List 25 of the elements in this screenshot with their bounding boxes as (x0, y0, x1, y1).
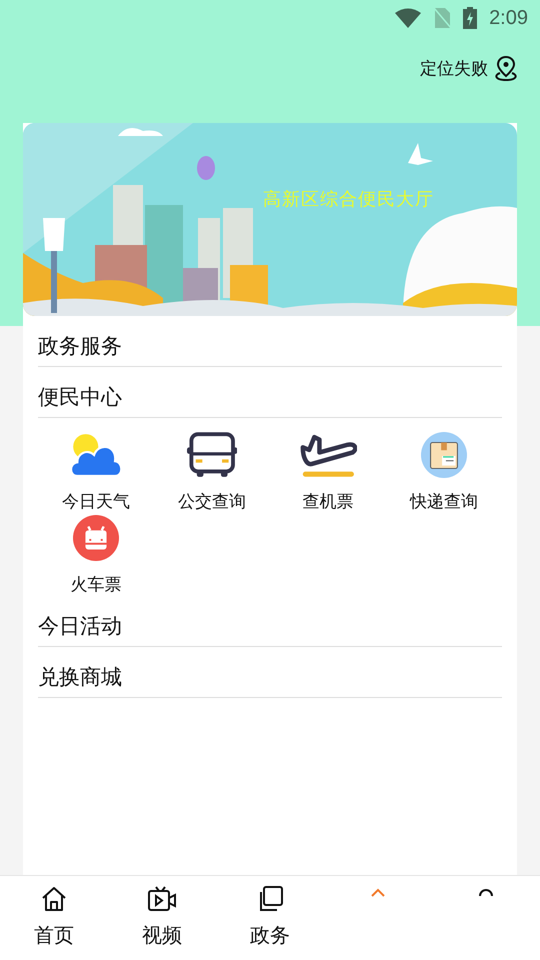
service-label[interactable]: 今日天气 (62, 490, 130, 513)
location-button[interactable]: 定位失败 (420, 56, 488, 80)
banner-title: 高新区综合便民大厅 (263, 188, 434, 211)
airplane-icon[interactable] (298, 432, 358, 478)
no-sim-icon (433, 7, 452, 29)
video-icon[interactable] (148, 886, 176, 912)
nav-label[interactable]: 视频 (142, 922, 182, 949)
nav-label[interactable]: 政务 (250, 922, 290, 949)
service-label[interactable]: 公交查询 (178, 490, 246, 513)
section-title: 兑换商城 (38, 647, 502, 698)
train-icon[interactable] (73, 515, 119, 561)
section-title: 今日活动 (38, 596, 502, 647)
bus-icon[interactable] (186, 432, 238, 478)
clock-time: 2:09 (489, 6, 528, 30)
section-title: 政务服务 (38, 316, 502, 367)
home-icon[interactable] (41, 886, 67, 912)
section-title: 便民中心 (38, 367, 502, 418)
service-label[interactable]: 查机票 (302, 490, 354, 513)
nav-label[interactable]: 首页 (34, 922, 74, 949)
parcel-icon[interactable] (421, 432, 467, 478)
battery-icon (463, 7, 478, 29)
wifi-icon (395, 8, 422, 28)
service-label[interactable]: 快递查询 (410, 490, 478, 513)
service-label[interactable]: 火车票 (70, 573, 122, 596)
copy-icon[interactable] (257, 886, 283, 912)
